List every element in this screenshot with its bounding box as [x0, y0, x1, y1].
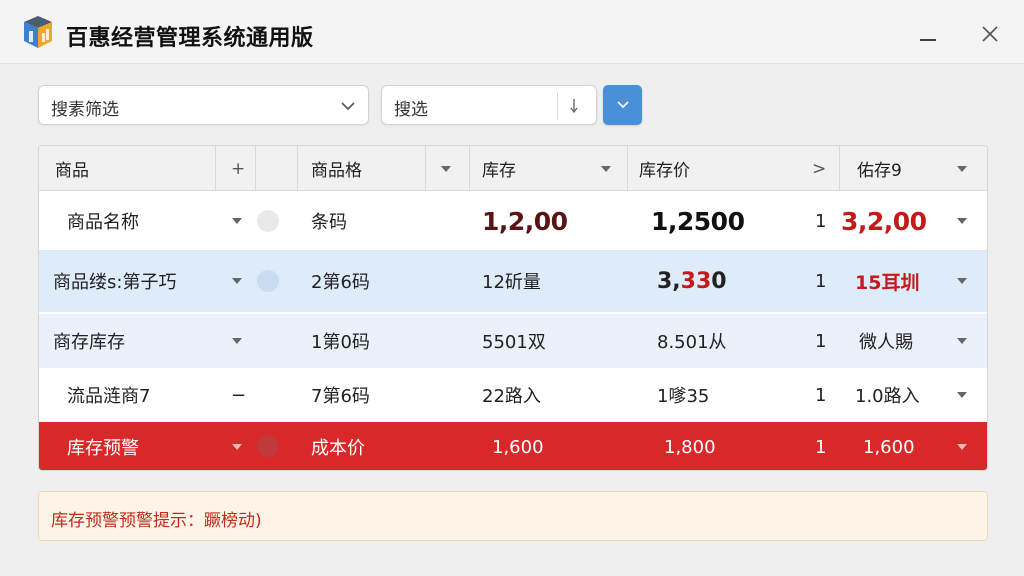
inventory-table: 商品 + 商品格 库存 库存价 > 佑存9 商品名称 条码 1,2,00 1,2: [38, 145, 988, 471]
sort-arrow-icon[interactable]: [568, 96, 580, 116]
column-divider: [255, 146, 256, 191]
title-bar: 百惠经营管理系统通用版: [0, 0, 1024, 64]
row-dropdown-icon[interactable]: [232, 444, 242, 450]
stock-warning-banner: 库存预警预警提示：蹶榜动): [38, 491, 988, 541]
product-name: 商品名称: [67, 212, 139, 233]
sort-select[interactable]: 搜选: [381, 85, 597, 125]
row-dropdown-icon[interactable]: [232, 278, 242, 284]
product-name: 商品缕s:第子巧: [53, 272, 177, 293]
product-name: 库存预警: [67, 438, 139, 459]
extra-value: 1,600: [863, 436, 915, 458]
row-dropdown-icon[interactable]: [957, 338, 967, 344]
stock-value: 5501双: [482, 332, 546, 353]
stock-price-value: 1,2500: [651, 206, 745, 236]
app-title: 百惠经营管理系统通用版: [66, 26, 314, 51]
extra-value: 15耳圳: [855, 271, 920, 294]
select-divider: [557, 92, 558, 120]
row-dropdown-icon[interactable]: [232, 218, 242, 224]
row-dropdown-icon[interactable]: [232, 338, 242, 344]
row-dropdown-icon[interactable]: [957, 278, 967, 284]
extra-value: 3,2,00: [841, 206, 927, 236]
product-code: 成本价: [311, 438, 365, 459]
warning-text: 库存预警预警提示：蹶榜动): [51, 511, 262, 531]
sort-select-value: 搜选: [394, 100, 428, 120]
expand-column-button[interactable]: >: [812, 146, 826, 191]
table-row[interactable]: 商品名称 条码 1,2,00 1,2500 1 3,2,00: [39, 192, 987, 250]
status-dot: [257, 210, 279, 232]
close-button[interactable]: [978, 22, 1002, 46]
stock-price-value: 1,800: [664, 436, 716, 458]
search-filter-value: 搜素筛选: [51, 100, 119, 120]
stock-price-part-red: 33: [680, 268, 712, 294]
column-header-stock-price[interactable]: 库存价: [639, 146, 690, 191]
count-value: 1: [815, 330, 827, 352]
stock-value: 12斫量: [482, 272, 541, 293]
stock-value: 22路入: [482, 386, 541, 407]
column-dropdown-icon[interactable]: [957, 166, 967, 172]
column-header-product[interactable]: 商品: [55, 146, 89, 191]
chevron-down-icon: [616, 101, 629, 109]
row-separator: −: [231, 384, 247, 406]
app-window: 百惠经营管理系统通用版 搜素筛选 搜选 商品 + 商品格 库存 库存价 > 佑存…: [0, 0, 1024, 576]
row-dropdown-icon[interactable]: [957, 392, 967, 398]
column-divider: [425, 146, 426, 191]
stock-value: 1,600: [492, 436, 544, 458]
stock-price-value: 8.501从: [657, 332, 727, 353]
column-divider: [627, 146, 628, 191]
stock-price-value: 1嗲35: [657, 386, 710, 407]
row-dropdown-icon[interactable]: [957, 444, 967, 450]
column-header-extra[interactable]: 佑存9: [857, 146, 902, 191]
minimize-icon: [920, 39, 936, 41]
column-divider: [469, 146, 470, 191]
dropdown-button[interactable]: [603, 85, 642, 125]
product-code: 1第0码: [311, 332, 370, 353]
extra-value: 1.0路入: [855, 386, 920, 407]
count-value: 1: [815, 436, 827, 458]
product-code: 2第6码: [311, 272, 370, 293]
add-column-button[interactable]: +: [231, 146, 245, 191]
stock-price-value: 3, 33 0: [657, 250, 727, 312]
stock-price-part: 0: [711, 268, 727, 294]
column-divider: [297, 146, 298, 191]
count-value: 1: [815, 210, 827, 232]
search-filter-select[interactable]: 搜素筛选: [38, 85, 369, 125]
column-dropdown-icon[interactable]: [441, 166, 451, 172]
column-header-stock[interactable]: 库存: [482, 146, 516, 191]
table-row[interactable]: 商存库存 1第0码 5501双 8.501从 1 微人賜: [39, 314, 987, 368]
column-divider: [215, 146, 216, 191]
column-dropdown-icon[interactable]: [601, 166, 611, 172]
product-name: 商存库存: [53, 332, 125, 353]
stock-price-part: 3,: [657, 268, 681, 294]
table-row[interactable]: 商品缕s:第子巧 2第6码 12斫量 3, 33 0 1 15耳圳: [39, 250, 987, 312]
minimize-button[interactable]: [916, 22, 940, 46]
stock-alert-row[interactable]: 库存预警 成本价 1,600 1,800 1 1,600: [39, 422, 987, 470]
row-dropdown-icon[interactable]: [957, 218, 967, 224]
status-dot: [257, 270, 279, 292]
count-value: 1: [815, 384, 827, 406]
column-divider: [839, 146, 840, 191]
column-header-spec[interactable]: 商品格: [311, 146, 362, 191]
close-icon: [982, 26, 998, 42]
status-dot: [257, 435, 279, 457]
stock-value: 1,2,00: [482, 206, 568, 236]
extra-value: 微人賜: [859, 332, 913, 353]
table-header: 商品 + 商品格 库存 库存价 > 佑存9: [39, 146, 987, 191]
product-code: 条码: [311, 212, 347, 233]
count-value: 1: [815, 270, 827, 292]
app-logo-icon: [20, 14, 56, 50]
product-name: 流品涟商7: [67, 386, 151, 407]
table-row[interactable]: 流品涟商7 − 7第6码 22路入 1嗲35 1 1.0路入: [39, 368, 987, 422]
chevron-down-icon: [341, 102, 355, 111]
product-code: 7第6码: [311, 386, 370, 407]
